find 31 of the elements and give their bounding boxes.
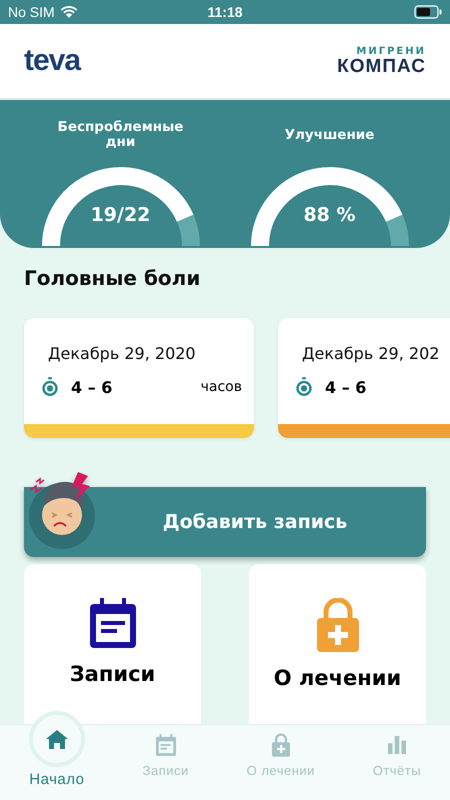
card-date: Декабрь 29, 202: [302, 344, 440, 363]
tile-label: Записи: [70, 662, 156, 686]
duration-range: 4 – 6: [325, 378, 366, 396]
brand-logo: teva: [24, 44, 80, 78]
carrier-label: No SIM: [8, 4, 55, 20]
duration-range: 4 – 6: [71, 378, 112, 396]
lock-plus-icon: [272, 733, 290, 757]
battery-icon: [414, 5, 442, 19]
headache-card[interactable]: Декабрь 29, 202 4 – 6: [278, 318, 450, 438]
menu-tile[interactable]: О лечении: [249, 564, 426, 724]
tile-label: О лечении: [274, 666, 402, 690]
stat-label: Беспроблемные дни: [56, 118, 184, 152]
headache-card[interactable]: Декабрь 29, 2020 4 – 6 часов: [24, 318, 254, 438]
calendar-icon: [90, 598, 136, 648]
section-title: Головные боли: [24, 266, 202, 290]
calendar-icon: [156, 734, 176, 756]
wifi-icon: [60, 6, 78, 18]
lock-plus-icon: [316, 598, 358, 652]
home-icon: [46, 729, 68, 749]
duration-unit: часов: [200, 379, 242, 395]
stopwatch-icon: [41, 377, 59, 397]
stat-value: 19/22: [90, 204, 152, 226]
card-date: Декабрь 29, 2020: [48, 344, 197, 363]
bar-chart-icon: [388, 736, 406, 754]
stat-value: 88 %: [302, 204, 357, 226]
stopwatch-icon: [295, 377, 313, 397]
brand-subtitle: МИГРЕНИ: [356, 46, 426, 56]
clock-time: 11:18: [207, 4, 243, 20]
stat-label: Улучшение: [284, 126, 376, 145]
menu-tile[interactable]: Записи: [24, 564, 201, 724]
brand-title: КОМПАС: [337, 56, 426, 76]
